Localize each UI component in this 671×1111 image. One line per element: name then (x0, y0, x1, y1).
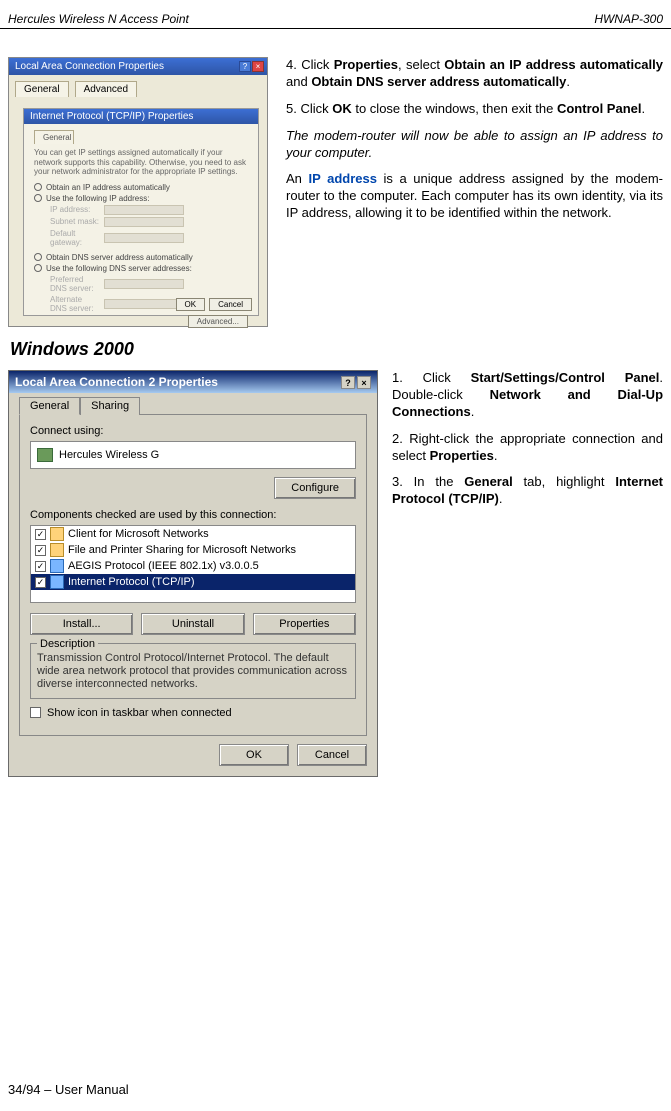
subnet-field (104, 217, 184, 227)
ok-button[interactable]: OK (219, 744, 289, 766)
radio-use-dns[interactable]: Use the following DNS server addresses: (34, 264, 248, 273)
list-item[interactable]: ✓File and Printer Sharing for Microsoft … (31, 542, 355, 558)
connect-using-label: Connect using: (30, 425, 356, 437)
tcpip-properties-dialog: Internet Protocol (TCP/IP) Properties Ge… (23, 108, 259, 316)
xp-tab-general[interactable]: General (15, 81, 69, 97)
client-icon (50, 527, 64, 541)
page-footer: 34/94 – User Manual (8, 1082, 129, 1097)
uninstall-button[interactable]: Uninstall (141, 613, 244, 635)
list-item[interactable]: ✓Client for Microsoft Networks (31, 526, 355, 542)
section-windows-2000: Windows 2000 (10, 339, 663, 360)
xp-lan-properties-dialog: Local Area Connection Properties ? × Gen… (8, 57, 268, 327)
win2k-tab-general[interactable]: General (19, 397, 80, 415)
list-item-selected[interactable]: ✓Internet Protocol (TCP/IP) (31, 574, 355, 590)
nic-icon (37, 448, 53, 462)
properties-button[interactable]: Properties (253, 613, 356, 635)
advanced-button[interactable]: Advanced... (188, 315, 248, 328)
help-icon[interactable]: ? (239, 61, 251, 72)
file-share-icon (50, 543, 64, 557)
step-5: 5. Click OK to close the windows, then e… (286, 101, 663, 118)
close-icon[interactable]: × (357, 376, 371, 389)
modem-note: The modem-router will now be able to ass… (286, 128, 663, 162)
header-left: Hercules Wireless N Access Point (8, 12, 189, 26)
xp-dialog-title-buttons: ? × (239, 61, 264, 72)
instructions-column-1: 4. Click Properties, select Obtain an IP… (286, 57, 663, 327)
tcpip-blurb: You can get IP settings assigned automat… (34, 148, 248, 177)
dns1-field (104, 279, 184, 289)
step-1: 1. Click Start/Settings/Control Panel. D… (392, 370, 663, 421)
components-list[interactable]: ✓Client for Microsoft Networks ✓File and… (30, 525, 356, 603)
radio-use-ip[interactable]: Use the following IP address: (34, 194, 248, 203)
header-right: HWNAP-300 (594, 12, 663, 26)
taskbar-checkbox-row[interactable]: Show icon in taskbar when connected (30, 707, 356, 719)
list-item[interactable]: ✓AEGIS Protocol (IEEE 802.1x) v3.0.0.5 (31, 558, 355, 574)
tcpip-dialog-titlebar: Internet Protocol (TCP/IP) Properties (24, 109, 258, 124)
cancel-button[interactable]: Cancel (297, 744, 367, 766)
protocol-icon (50, 575, 64, 589)
checkbox-icon[interactable] (30, 707, 41, 718)
page-header: Hercules Wireless N Access Point HWNAP-3… (0, 0, 671, 29)
win2k-titlebar: Local Area Connection 2 Properties ? × (9, 371, 377, 393)
instructions-column-2: 1. Click Start/Settings/Control Panel. D… (392, 370, 663, 777)
step-4: 4. Click Properties, select Obtain an IP… (286, 57, 663, 91)
win2k-lan-properties-dialog: Local Area Connection 2 Properties ? × G… (8, 370, 378, 777)
step-2: 2. Right-click the appropriate connectio… (392, 431, 663, 465)
radio-obtain-dns-auto[interactable]: Obtain DNS server address automatically (34, 253, 248, 262)
xp-tab-advanced[interactable]: Advanced (75, 81, 137, 97)
step-3: 3. In the General tab, highlight Interne… (392, 474, 663, 508)
tcpip-tab-general[interactable]: General (34, 130, 74, 144)
description-text: Transmission Control Protocol/Internet P… (37, 652, 349, 692)
nic-name: Hercules Wireless G (59, 449, 159, 461)
tcpip-ok-button[interactable]: OK (176, 298, 206, 311)
nic-box: Hercules Wireless G (30, 441, 356, 469)
description-label: Description (37, 638, 98, 650)
radio-obtain-ip-auto[interactable]: Obtain an IP address automatically (34, 183, 248, 192)
components-label: Components checked are used by this conn… (30, 509, 356, 521)
taskbar-label: Show icon in taskbar when connected (47, 707, 232, 719)
ip-address-link[interactable]: IP address (308, 171, 376, 186)
win2k-tab-sharing[interactable]: Sharing (80, 397, 140, 415)
xp-dialog-titlebar: Local Area Connection Properties (9, 58, 267, 75)
protocol-icon (50, 559, 64, 573)
install-button[interactable]: Install... (30, 613, 133, 635)
configure-button[interactable]: Configure (274, 477, 356, 499)
page-content: Local Area Connection Properties ? × Gen… (0, 29, 671, 785)
help-icon[interactable]: ? (341, 376, 355, 389)
ip-address-explanation: An IP address is a unique address assign… (286, 171, 663, 222)
close-icon[interactable]: × (252, 61, 264, 72)
gateway-field (104, 233, 184, 243)
ip-address-field (104, 205, 184, 215)
dns2-field (104, 299, 184, 309)
tcpip-cancel-button[interactable]: Cancel (209, 298, 252, 311)
